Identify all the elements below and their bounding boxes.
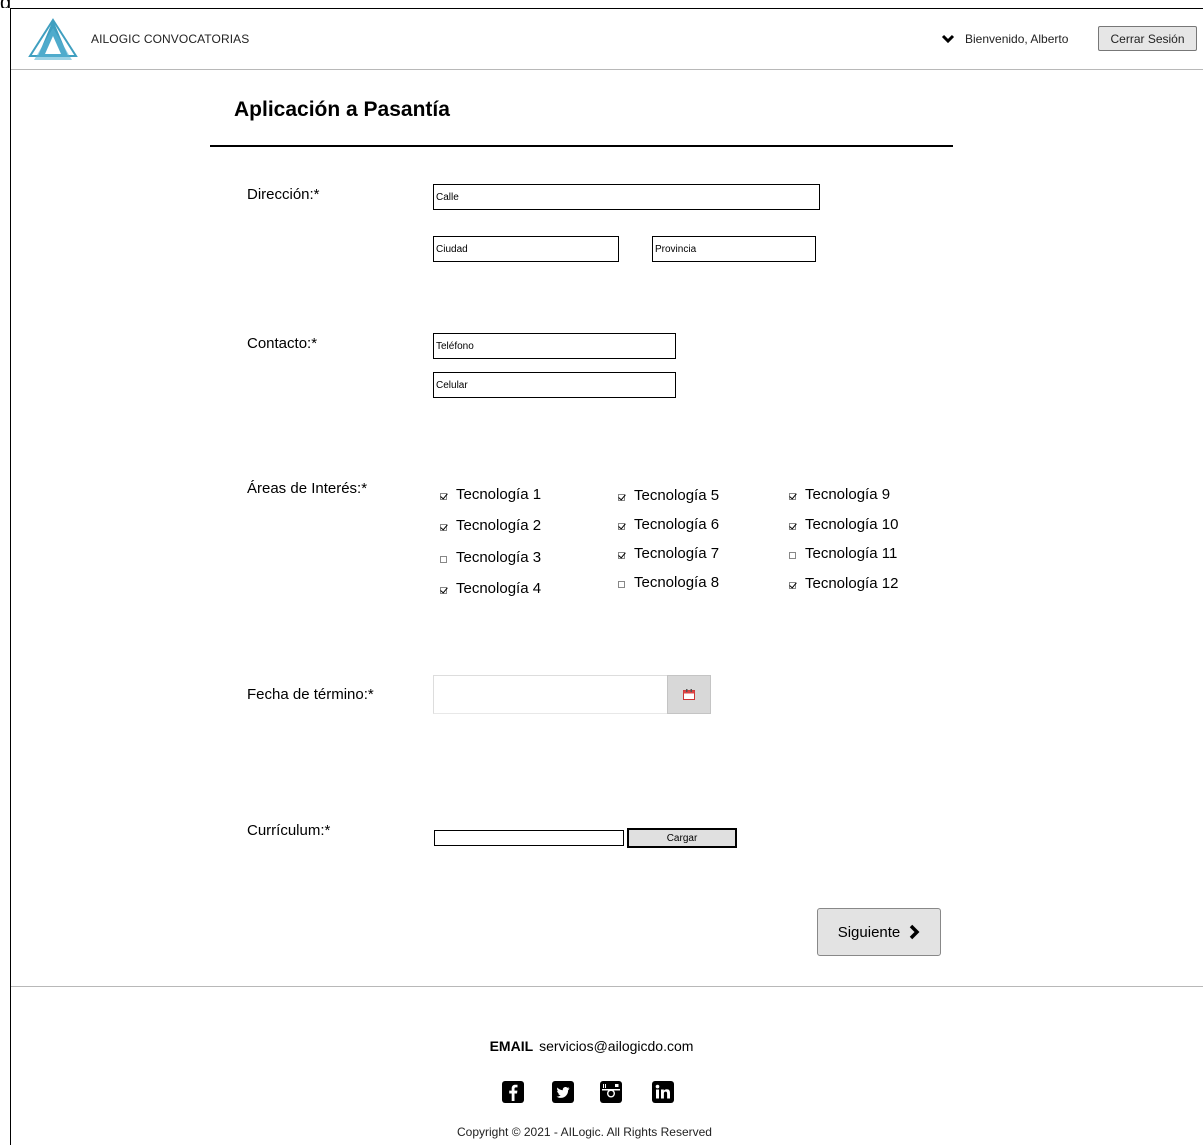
calendar-button[interactable] [667, 675, 711, 714]
title-divider [210, 145, 953, 147]
interest-checkbox-9[interactable]: Tecnología 9 [789, 486, 890, 503]
interest-label: Tecnología 2 [456, 517, 542, 534]
instagram-icon[interactable] [600, 1081, 622, 1103]
checkbox[interactable] [440, 493, 447, 500]
interest-checkbox-10[interactable]: Tecnología 10 [789, 516, 898, 533]
app-name[interactable]: AILOGIC CONVOCATORIAS [91, 32, 249, 46]
chevron-right-icon [910, 924, 920, 940]
email-address[interactable]: servicios@ailogicdo.com [539, 1038, 693, 1054]
checkbox[interactable] [789, 552, 796, 559]
city-input[interactable] [433, 236, 619, 262]
interest-checkbox-3[interactable]: Tecnología 3 [440, 549, 541, 566]
end-date-label: Fecha de término:* [247, 686, 374, 703]
interest-label: Tecnología 10 [805, 516, 899, 533]
interest-label: Tecnología 11 [805, 545, 898, 562]
calendar-icon [683, 689, 695, 700]
next-button-label: Siguiente [837, 923, 901, 941]
checkbox[interactable] [789, 582, 796, 589]
phone-input[interactable] [433, 333, 676, 359]
ailogic-logo[interactable] [28, 18, 78, 62]
checkbox[interactable] [789, 523, 796, 530]
checkbox[interactable] [618, 494, 625, 501]
contact-label: Contacto:* [247, 335, 318, 352]
interest-checkbox-7[interactable]: Tecnología 7 [618, 545, 719, 562]
interest-checkbox-12[interactable]: Tecnología 12 [789, 575, 898, 592]
interests-label: Áreas de Interés:* [247, 480, 368, 497]
welcome-text[interactable]: Bienvenido, Alberto [965, 32, 1068, 46]
footer-email: EMAIL servicios@ailogicdo.com [0, 1038, 1183, 1054]
province-input[interactable] [652, 236, 816, 262]
checkbox[interactable] [440, 587, 447, 594]
address-label: Dirección:* [247, 186, 320, 203]
interest-label: Tecnología 1 [456, 486, 542, 503]
end-date-input[interactable] [433, 675, 667, 714]
end-date-picker [433, 675, 711, 714]
next-button[interactable]: Siguiente [817, 908, 941, 956]
copyright-text: Copyright © 2021 - AILogic. All Rights R… [457, 1125, 712, 1139]
interest-label: Tecnología 3 [456, 549, 542, 566]
interest-label: Tecnología 8 [634, 574, 720, 591]
interest-label: Tecnología 6 [634, 516, 720, 533]
checkbox[interactable] [440, 524, 447, 531]
mobile-input[interactable] [433, 372, 676, 398]
logout-button[interactable]: Cerrar Sesión [1098, 26, 1197, 51]
upload-button[interactable]: Cargar [627, 828, 737, 848]
interest-label: Tecnología 12 [805, 575, 899, 592]
interest-checkbox-2[interactable]: Tecnología 2 [440, 517, 541, 534]
interest-checkbox-5[interactable]: Tecnología 5 [618, 487, 719, 504]
interest-checkbox-1[interactable]: Tecnología 1 [440, 486, 541, 503]
twitter-icon[interactable] [552, 1081, 574, 1103]
chevron-down-icon[interactable] [941, 33, 955, 45]
checkbox[interactable] [618, 552, 625, 559]
checkbox[interactable] [618, 581, 625, 588]
interest-label: Tecnología 4 [456, 580, 542, 597]
linkedin-icon[interactable] [652, 1081, 674, 1103]
top-navbar: AILOGIC CONVOCATORIAS Bienvenido, Albert… [11, 9, 1203, 70]
interest-label: Tecnología 7 [634, 545, 720, 562]
interest-label: Tecnología 9 [805, 486, 891, 503]
facebook-icon[interactable] [502, 1081, 524, 1103]
interest-checkbox-6[interactable]: Tecnología 6 [618, 516, 719, 533]
page-frame [10, 8, 1203, 1145]
curriculum-label: Currículum:* [247, 822, 331, 839]
street-input[interactable] [433, 184, 820, 210]
corner-glyph: g [0, 0, 12, 8]
interest-checkbox-8[interactable]: Tecnología 8 [618, 574, 719, 591]
checkbox[interactable] [789, 493, 796, 500]
interest-checkbox-11[interactable]: Tecnología 11 [789, 545, 897, 562]
page-title: Aplicación a Pasantía [234, 98, 450, 121]
interest-label: Tecnología 5 [634, 487, 720, 504]
checkbox[interactable] [440, 556, 447, 563]
checkbox[interactable] [618, 523, 625, 530]
email-label: EMAIL [489, 1038, 534, 1054]
footer-divider [11, 986, 1203, 987]
file-path-field[interactable] [434, 830, 624, 846]
interest-checkbox-4[interactable]: Tecnología 4 [440, 580, 541, 597]
